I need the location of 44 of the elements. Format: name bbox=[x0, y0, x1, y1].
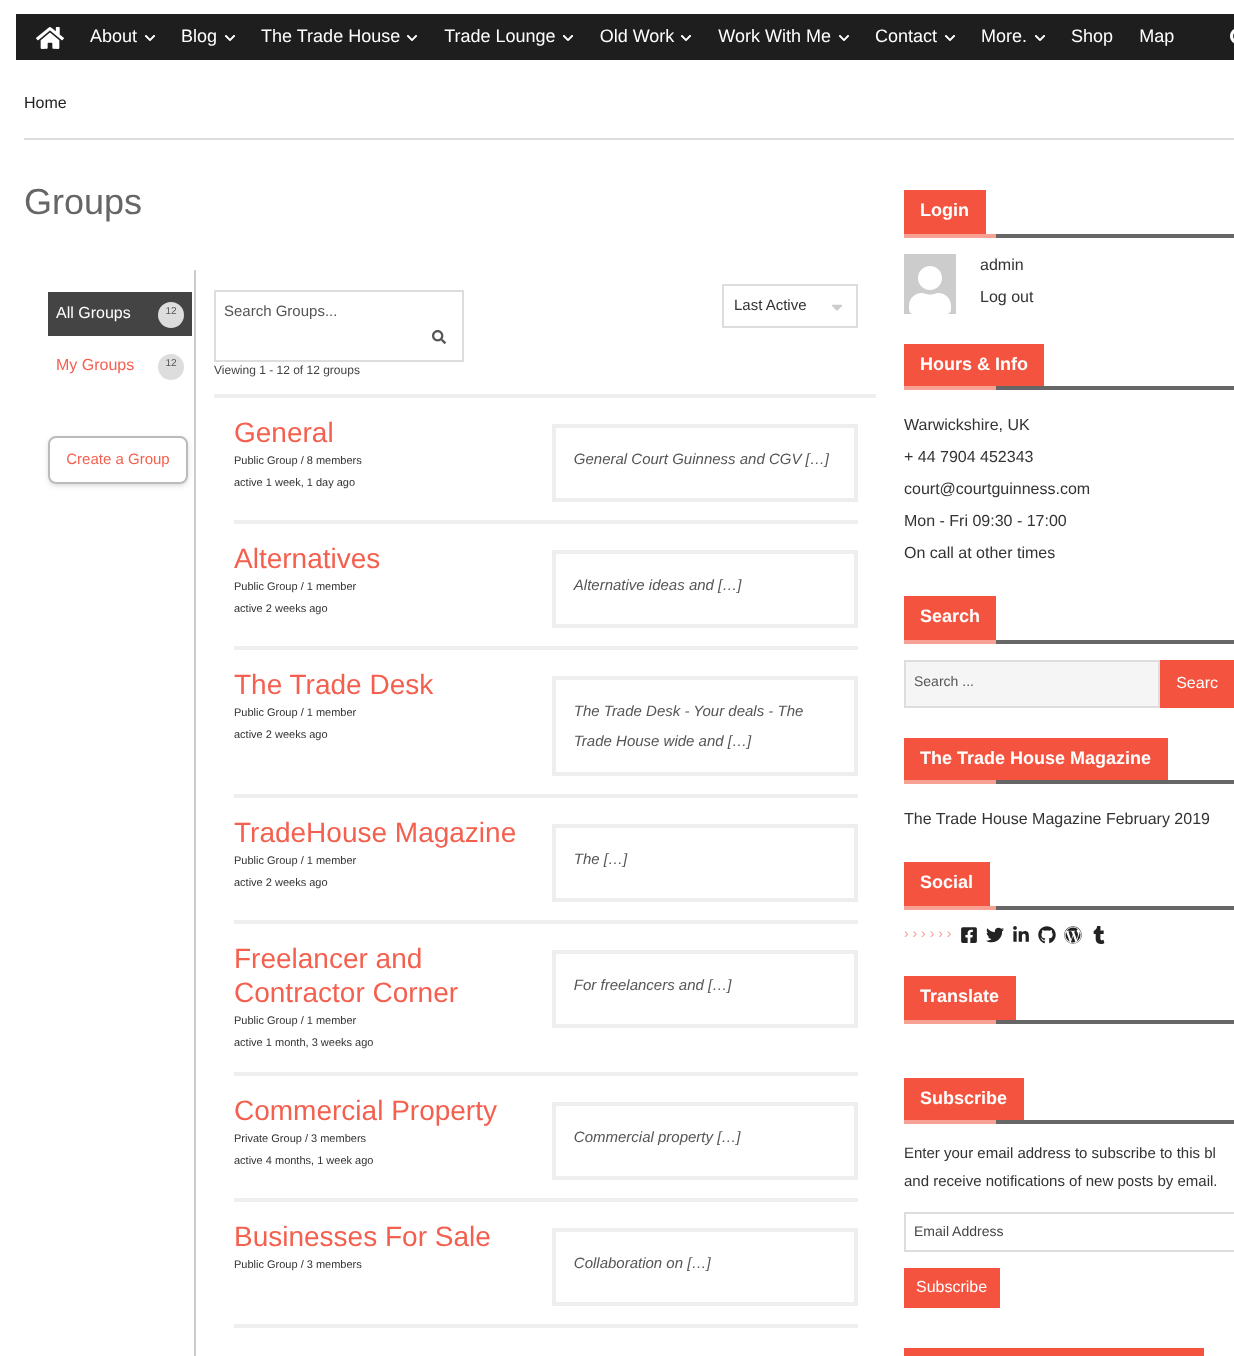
info-text: Mon - Fri 09:30 - 17:00 bbox=[904, 510, 1069, 534]
breadcrumb-link[interactable]: Home bbox=[24, 94, 67, 112]
nav-item[interactable]: Blog bbox=[181, 23, 236, 51]
chevron-icon bbox=[143, 31, 156, 43]
chevron-icon bbox=[680, 31, 693, 43]
chevron-icon bbox=[223, 31, 236, 43]
nav-item[interactable]: Contact bbox=[875, 23, 956, 51]
page-title: Groups bbox=[24, 180, 145, 226]
github-icon[interactable] bbox=[1037, 926, 1056, 945]
nav-item[interactable]: About bbox=[90, 23, 156, 51]
info-text: Warwickshire, UK bbox=[904, 414, 1032, 438]
chevron-icon bbox=[561, 31, 574, 43]
info-text: court@courtguinness.com bbox=[904, 478, 1093, 502]
chevron-icon bbox=[1033, 31, 1046, 43]
search-icon[interactable] bbox=[432, 330, 446, 344]
nav-item[interactable]: Work With Me bbox=[718, 23, 849, 51]
avatar-silhouette bbox=[904, 253, 956, 313]
widget-title: The Trade House Magazine bbox=[904, 737, 1168, 780]
nav-item[interactable]: Map bbox=[1139, 23, 1175, 51]
info-text: The Trade House Magazine February 2019 bbox=[904, 808, 1212, 832]
chevron-icon bbox=[837, 31, 849, 43]
widget-title: Hours & Info bbox=[904, 343, 1044, 386]
twitter-icon[interactable] bbox=[985, 926, 1004, 945]
widget-title: Login bbox=[904, 190, 985, 233]
facebook-icon[interactable] bbox=[959, 926, 978, 945]
username: admin bbox=[980, 253, 1026, 277]
logout-link[interactable]: Log out bbox=[980, 285, 1034, 309]
nav-item[interactable]: Shop bbox=[1071, 23, 1114, 51]
info-text: On call at other times bbox=[904, 542, 1058, 566]
tumblr-icon[interactable] bbox=[1089, 926, 1108, 945]
wordpress-icon[interactable] bbox=[1063, 926, 1082, 945]
widget-title: Translate bbox=[904, 976, 1016, 1019]
nav-item[interactable]: Trade Lounge bbox=[444, 23, 574, 51]
home-icon[interactable] bbox=[36, 23, 64, 51]
widget-title: Search bbox=[904, 596, 997, 639]
widget-title: Social bbox=[904, 862, 990, 905]
chevron-icon bbox=[406, 31, 419, 43]
nav-item[interactable]: More. bbox=[981, 23, 1046, 51]
linkedin-icon[interactable] bbox=[1011, 926, 1030, 945]
chevron-icon bbox=[943, 31, 956, 43]
info-text: + 44 7904 452343 bbox=[904, 446, 1036, 470]
nav-item[interactable]: Old Work bbox=[599, 23, 693, 51]
widget-title: Subscribe bbox=[904, 1077, 1024, 1120]
nav-item[interactable]: The Trade House bbox=[261, 23, 419, 51]
